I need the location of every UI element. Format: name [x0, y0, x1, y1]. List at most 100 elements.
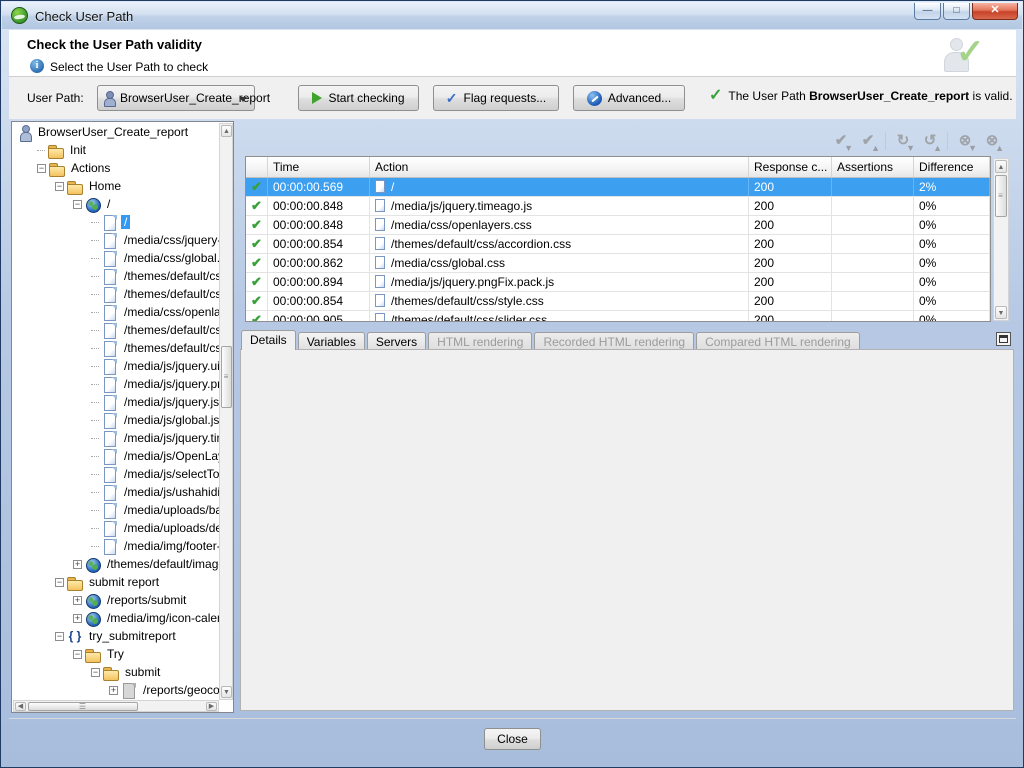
expand-icon[interactable]: +: [73, 596, 82, 605]
collapse-icon[interactable]: −: [73, 200, 82, 209]
table-row[interactable]: ✔00:00:00.905/themes/default/css/slider.…: [246, 311, 990, 322]
table-row[interactable]: ✔00:00:00.894/media/js/jquery.pngFix.pac…: [246, 273, 990, 292]
tree-item[interactable]: /media/js/selectToUISl: [13, 465, 220, 483]
table-cell: [832, 197, 914, 215]
results-nav-toolbar: ✔▼ ✔▲ ↻▼ ↺▲ ⊗▼ ⊗▲: [831, 129, 1009, 153]
collapse-icon[interactable]: −: [91, 668, 100, 677]
page-icon: [102, 215, 118, 230]
tree-item[interactable]: /themes/default/css/a: [13, 267, 220, 285]
tree-item[interactable]: /themes/default/css/sl: [13, 339, 220, 357]
maximize-panel-icon[interactable]: [996, 332, 1011, 346]
scroll-down-icon[interactable]: ▼: [995, 306, 1007, 319]
tab-variables[interactable]: Variables: [298, 332, 365, 350]
table-row[interactable]: ✔00:00:00.569/2002%: [246, 178, 990, 197]
tree-item[interactable]: −submit: [13, 663, 220, 681]
tree-item[interactable]: /media/uploads/defaul: [13, 519, 220, 537]
results-table: TimeActionResponse c...AssertionsDiffere…: [245, 156, 991, 322]
tree-connector: [91, 276, 99, 277]
prev-valid-icon[interactable]: ✔▲: [858, 131, 878, 151]
table-vertical-scrollbar[interactable]: ▲ ≡ ▼: [993, 158, 1009, 321]
collapse-icon[interactable]: −: [55, 632, 64, 641]
tree-item[interactable]: Init: [13, 141, 220, 159]
flag-check-icon: ✓: [446, 90, 458, 107]
advanced-button[interactable]: Advanced...: [573, 85, 685, 111]
scroll-left-icon[interactable]: ◀: [15, 702, 26, 711]
braces-icon: { }: [67, 629, 83, 644]
tree-item[interactable]: +/media/img/icon-calendar.: [13, 609, 220, 627]
tab-details[interactable]: Details: [241, 330, 296, 350]
scroll-up-icon[interactable]: ▲: [221, 125, 232, 137]
tree-item[interactable]: BrowserUser_Create_report: [13, 123, 220, 141]
expand-icon[interactable]: +: [109, 686, 118, 695]
tree-item[interactable]: −Home: [13, 177, 220, 195]
collapse-icon[interactable]: −: [73, 650, 82, 659]
tree-item[interactable]: −submit report: [13, 573, 220, 591]
column-header[interactable]: Action: [370, 157, 749, 178]
column-header[interactable]: [246, 157, 268, 178]
collapse-icon[interactable]: −: [37, 164, 46, 173]
tree-scroll-thumb[interactable]: ≡: [221, 346, 232, 408]
tree-item[interactable]: −Actions: [13, 159, 220, 177]
table-row[interactable]: ✔00:00:00.848/media/css/openlayers.css20…: [246, 216, 990, 235]
column-header[interactable]: Difference: [914, 157, 990, 178]
tree-item[interactable]: +/reports/submit: [13, 591, 220, 609]
tree-item[interactable]: /media/css/openlayers: [13, 303, 220, 321]
tree-item[interactable]: /media/js/jquery.js: [13, 393, 220, 411]
close-button[interactable]: Close: [484, 728, 541, 750]
start-checking-button[interactable]: Start checking: [298, 85, 419, 111]
tree-item[interactable]: +/themes/default/images/pa: [13, 555, 220, 573]
tree-item[interactable]: /media/js/jquery.ui.mi: [13, 357, 220, 375]
expand-icon[interactable]: +: [73, 614, 82, 623]
next-error-icon[interactable]: ⊗▼: [955, 131, 975, 151]
table-cell: [832, 178, 914, 196]
tree-item[interactable]: /media/js/jquery.pngF: [13, 375, 220, 393]
tree-item[interactable]: /media/css/jquery-ui-t: [13, 231, 220, 249]
expand-icon[interactable]: +: [73, 560, 82, 569]
tree-item[interactable]: +/reports/geocode/: [13, 681, 220, 699]
tree-item[interactable]: /: [13, 213, 220, 231]
next-difference-icon[interactable]: ↻▼: [893, 131, 913, 151]
tree-item[interactable]: /media/js/OpenLayers: [13, 447, 220, 465]
table-row[interactable]: ✔00:00:00.854/themes/default/css/style.c…: [246, 292, 990, 311]
tree-item[interactable]: −/: [13, 195, 220, 213]
table-row[interactable]: ✔00:00:00.862/media/css/global.css2000%: [246, 254, 990, 273]
collapse-icon[interactable]: −: [55, 182, 64, 191]
title-bar[interactable]: Check User Path — □ ✕: [2, 2, 1022, 29]
scroll-right-icon[interactable]: ▶: [206, 702, 217, 711]
tree-item[interactable]: /themes/default/css/st: [13, 321, 220, 339]
page-icon: [375, 294, 385, 307]
tree-vertical-scrollbar[interactable]: ▲ ≡ ▼: [219, 123, 233, 700]
collapse-icon[interactable]: −: [55, 578, 64, 587]
tree-item[interactable]: −Try: [13, 645, 220, 663]
column-header[interactable]: Response c...: [749, 157, 832, 178]
maximize-button[interactable]: □: [943, 3, 970, 20]
tree-item[interactable]: /media/js/jquery.timea: [13, 429, 220, 447]
table-row[interactable]: ✔00:00:00.848/media/js/jquery.timeago.js…: [246, 197, 990, 216]
tree-item[interactable]: /media/js/global.js: [13, 411, 220, 429]
tree-item-label: /themes/default/css/sl: [121, 341, 220, 355]
scroll-up-icon[interactable]: ▲: [995, 160, 1007, 173]
column-header[interactable]: Assertions: [832, 157, 914, 178]
tree-hscroll-thumb[interactable]: ☰: [28, 702, 138, 711]
close-window-button[interactable]: ✕: [972, 3, 1018, 20]
next-valid-icon[interactable]: ✔▼: [831, 131, 851, 151]
prev-difference-icon[interactable]: ↺▲: [920, 131, 940, 151]
column-header[interactable]: Time: [268, 157, 370, 178]
minimize-button[interactable]: —: [914, 3, 941, 20]
tree-item[interactable]: /media/img/footer-logo: [13, 537, 220, 555]
tree-item[interactable]: /media/js/ushahidi.js: [13, 483, 220, 501]
tree-item[interactable]: −{ }try_submitreport: [13, 627, 220, 645]
tab-servers[interactable]: Servers: [367, 332, 426, 350]
flag-requests-button[interactable]: ✓ Flag requests...: [433, 85, 559, 111]
scroll-down-icon[interactable]: ▼: [221, 686, 232, 698]
user-path-dropdown[interactable]: BrowserUser_Create_report: [97, 85, 255, 111]
table-scroll-thumb[interactable]: ≡: [995, 175, 1007, 217]
table-row[interactable]: ✔00:00:00.854/themes/default/css/accordi…: [246, 235, 990, 254]
prev-error-icon[interactable]: ⊗▲: [982, 131, 1002, 151]
tree-item-label: /themes/default/css/b: [121, 287, 220, 301]
tree-item[interactable]: /themes/default/css/b: [13, 285, 220, 303]
table-cell: 00:00:00.848: [268, 216, 370, 234]
tree-item[interactable]: /media/uploads/banne: [13, 501, 220, 519]
tree-horizontal-scrollbar[interactable]: ◀ ☰ ▶: [13, 700, 219, 712]
tree-item[interactable]: /media/css/global.css: [13, 249, 220, 267]
